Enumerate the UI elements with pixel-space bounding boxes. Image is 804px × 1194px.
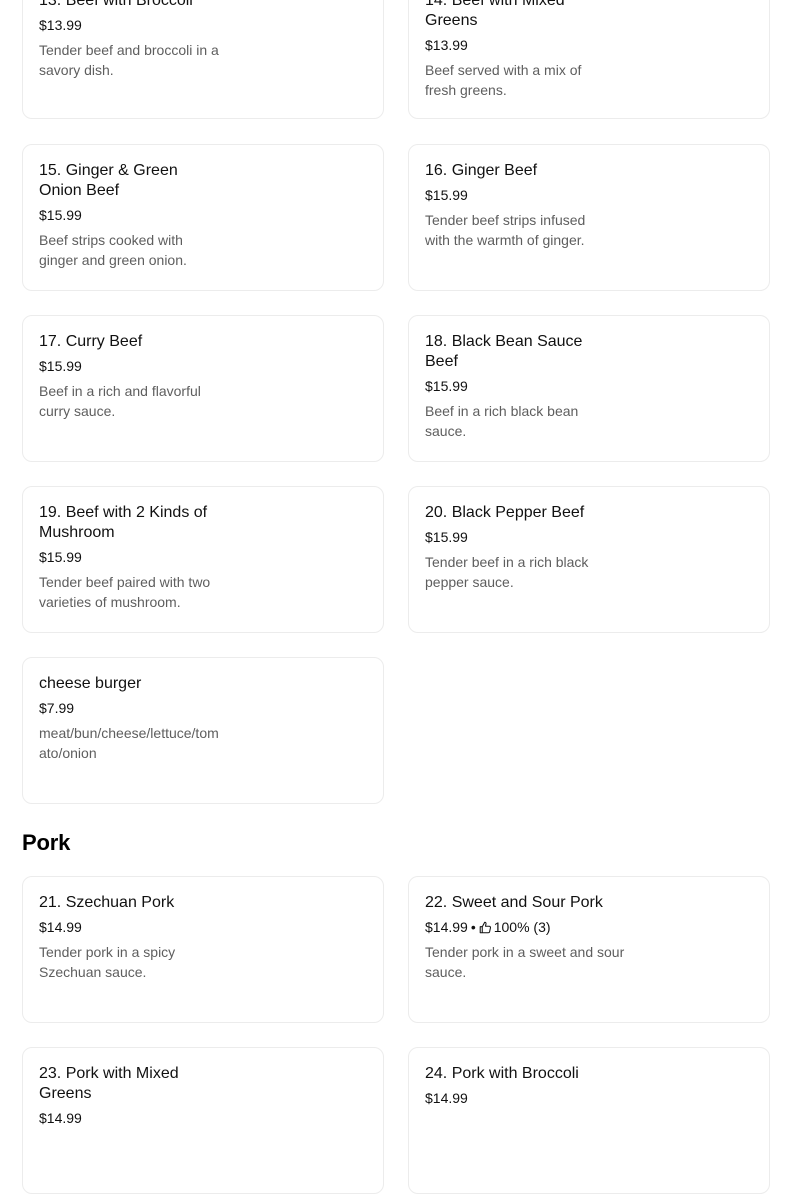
menu-item-price: $14.99 <box>425 1089 610 1107</box>
menu-item-card[interactable]: 19. Beef with 2 Kinds of Mushroom $15.99… <box>22 486 384 633</box>
menu-item-price: $14.99 <box>39 1109 224 1127</box>
menu-item-card[interactable]: 13. Beef with Broccoli $13.99 Tender bee… <box>22 0 384 119</box>
menu-item-name: 22. Sweet and Sour Pork <box>425 894 603 911</box>
menu-item-description: Tender beef and broccoli in a savory dis… <box>39 42 219 78</box>
menu-item-description: Tender beef in a rich black pepper sauce… <box>425 554 589 590</box>
menu-item-price: $15.99 <box>39 206 224 224</box>
menu-item-description: Beef served with a mix of fresh greens. <box>425 62 582 98</box>
menu-item-price: $14.99 <box>39 918 224 936</box>
price-value: $13.99 <box>425 37 468 53</box>
thumbs-up-icon <box>479 921 491 933</box>
price-value: $15.99 <box>39 358 82 374</box>
menu-item-price: $15.99 <box>425 377 610 395</box>
menu-item-card[interactable]: 20. Black Pepper Beef $15.99 Tender beef… <box>408 486 770 633</box>
price-value: $15.99 <box>425 529 468 545</box>
menu-item-name: 16. Ginger Beef <box>425 162 538 179</box>
rating-value: 100% (3) <box>493 919 551 935</box>
menu-item-price: $15.99 <box>425 186 610 204</box>
menu-item-card[interactable]: 24. Pork with Broccoli $14.99 <box>408 1047 770 1194</box>
menu-item-name: 18. Black Bean Sauce Beef <box>425 333 583 370</box>
price-value: $13.99 <box>39 17 82 33</box>
menu-item-price: $7.99 <box>39 699 224 717</box>
price-value: $15.99 <box>39 549 82 565</box>
menu-item-card[interactable]: 14. Beef with Mixed Greens $13.99 Beef s… <box>408 0 770 119</box>
menu-item-price: $13.99 <box>425 36 610 54</box>
price-value: $14.99 <box>425 919 468 935</box>
price-value: $14.99 <box>425 1090 468 1106</box>
menu-item-price: $15.99 <box>39 357 224 375</box>
menu-item-description: meat/bun/cheese/lettuce/tomato/onion <box>39 725 219 761</box>
menu-item-name: cheese burger <box>39 675 142 692</box>
menu-item-card[interactable]: 18. Black Bean Sauce Beef $15.99 Beef in… <box>408 315 770 462</box>
menu-item-name: 19. Beef with 2 Kinds of Mushroom <box>39 504 208 541</box>
menu-item-price: $15.99 <box>39 548 224 566</box>
price-value: $14.99 <box>39 1110 82 1126</box>
price-value: $14.99 <box>39 919 82 935</box>
menu-item-card[interactable]: 17. Curry Beef $15.99 Beef in a rich and… <box>22 315 384 462</box>
price-value: $7.99 <box>39 700 75 716</box>
menu-item-card[interactable]: 21. Szechuan Pork $14.99 Tender pork in … <box>22 876 384 1023</box>
menu-item-description: Tender beef strips infused with the warm… <box>425 212 586 248</box>
price-value: $15.99 <box>425 187 468 203</box>
menu-item-name: 17. Curry Beef <box>39 333 143 350</box>
menu-item-description: Beef in a rich and flavorful curry sauce… <box>39 383 201 419</box>
menu-item-name: 13. Beef with Broccoli <box>39 0 193 9</box>
price-value: $15.99 <box>39 207 82 223</box>
price-value: $15.99 <box>425 378 468 394</box>
menu-item-description: Tender beef paired with two varieties of… <box>39 574 211 610</box>
menu-item-card[interactable]: cheese burger $7.99 meat/bun/cheese/lett… <box>22 657 384 804</box>
menu-item-card[interactable]: 16. Ginger Beef $15.99 Tender beef strip… <box>408 144 770 291</box>
menu-item-card[interactable]: 22. Sweet and Sour Pork $14.99 • 100% (3… <box>408 876 770 1023</box>
menu-item-price: $14.99 • 100% (3) <box>425 918 625 936</box>
menu-item-description: Tender pork in a spicy Szechuan sauce. <box>39 944 176 980</box>
menu-item-card[interactable]: 15. Ginger & Green Onion Beef $15.99 Bee… <box>22 144 384 291</box>
price-separator: • <box>470 919 476 935</box>
section-title-pork: Pork <box>22 830 71 855</box>
menu-item-description: Beef strips cooked with ginger and green… <box>39 232 187 268</box>
menu-item-description: Beef in a rich black bean sauce. <box>425 403 579 439</box>
menu-item-name: 24. Pork with Broccoli <box>425 1065 579 1082</box>
menu-item-name: 15. Ginger & Green Onion Beef <box>39 162 178 199</box>
menu-item-name: 23. Pork with Mixed Greens <box>39 1065 179 1102</box>
menu-item-description: Tender pork in a sweet and sour sauce. <box>425 944 625 980</box>
menu-item-price: $13.99 <box>39 16 224 34</box>
menu-item-card[interactable]: 23. Pork with Mixed Greens $14.99 <box>22 1047 384 1194</box>
menu-item-name: 14. Beef with Mixed Greens <box>425 0 565 29</box>
menu-item-name: 21. Szechuan Pork <box>39 894 175 911</box>
menu-item-price: $15.99 <box>425 528 610 546</box>
menu-item-name: 20. Black Pepper Beef <box>425 504 585 521</box>
